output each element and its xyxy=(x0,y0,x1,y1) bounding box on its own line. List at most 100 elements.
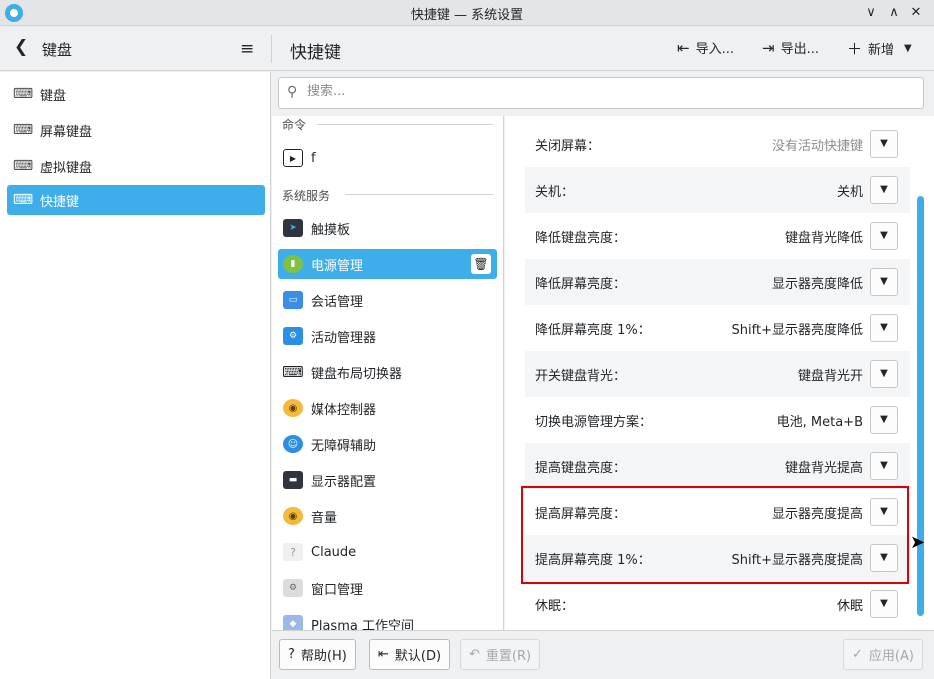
dropdown-arrow-icon[interactable]: ▼ xyxy=(870,130,898,158)
shortcut-scrollbar[interactable] xyxy=(917,196,924,616)
import-button[interactable]: ⇤ 导入... xyxy=(677,38,734,58)
help-label: 帮助(H) xyxy=(300,649,347,664)
speaker-icon: ◉ xyxy=(283,507,303,525)
list-item-label: 键盘布局切换器 xyxy=(311,366,403,382)
plasma-icon: ◆ xyxy=(283,615,303,630)
dropdown-arrow-icon[interactable]: ▼ xyxy=(870,452,898,480)
shortcut-name: 关机： xyxy=(535,184,575,200)
list-item-label: 无障碍辅助 xyxy=(311,438,377,454)
shortcut-value: Shift+显示器亮度降低 xyxy=(731,322,863,338)
chevron-down-icon: ▼ xyxy=(904,43,912,54)
sidebar: ⌨ 键盘 ⌨ 屏幕键盘 ⌨ 虚拟键盘 ⌨ 快捷键 xyxy=(0,72,271,679)
shortcut-value: 显示器亮度降低 xyxy=(771,276,863,292)
list-item-label: 电源管理 xyxy=(311,258,364,274)
list-item-label: 会话管理 xyxy=(311,294,364,310)
sidebar-item-keyboard[interactable]: ⌨ 键盘 xyxy=(7,79,265,109)
session-icon: ▭ xyxy=(283,291,303,309)
dropdown-arrow-icon[interactable]: ▼ xyxy=(870,268,898,296)
dropdown-arrow-icon[interactable]: ▼ xyxy=(870,314,898,342)
list-item-label: 触摸板 xyxy=(311,222,351,238)
import-icon: ⇤ xyxy=(677,38,690,57)
apply-label: 应用(A) xyxy=(868,649,914,664)
dropdown-arrow-icon[interactable]: ▼ xyxy=(870,176,898,204)
apply-button[interactable]: ✓ 应用(A) xyxy=(843,639,923,670)
group-header-commands: 命令 xyxy=(282,118,307,132)
undo-icon: ↶ xyxy=(469,647,480,662)
defaults-label: 默认(D) xyxy=(394,649,442,664)
keyboard-icon: ⌨ xyxy=(282,363,304,381)
list-item-plasma-workspace[interactable]: ◆ Plasma 工作空间 xyxy=(278,609,497,630)
sidebar-item-label: 快捷键 xyxy=(40,194,80,210)
list-item-session-management[interactable]: ▭ 会话管理 xyxy=(278,285,497,315)
hamburger-menu-icon[interactable]: ≡ xyxy=(240,39,254,59)
shortcut-row: 降低键盘亮度： 键盘背光降低 ▼ xyxy=(525,213,910,259)
sidebar-item-screen-keyboard[interactable]: ⌨ 屏幕键盘 xyxy=(7,115,265,145)
list-item-window-management[interactable]: ⚙ 窗口管理 xyxy=(278,573,497,603)
shortcut-name: 提高键盘亮度： xyxy=(535,460,627,476)
activity-icon: ⚙ xyxy=(283,327,303,345)
window-icon: ⚙ xyxy=(283,579,303,597)
list-item-label: 活动管理器 xyxy=(311,330,377,346)
section-title: 键盘 xyxy=(42,41,73,59)
back-arrow-icon[interactable]: ❮ xyxy=(14,37,28,57)
import-label: 导入... xyxy=(695,42,734,57)
shortcut-row: 关闭屏幕： 没有活动快捷键 ▼ xyxy=(525,121,910,167)
list-item-label: 音量 xyxy=(311,510,338,526)
list-item-volume[interactable]: ◉ 音量 xyxy=(278,501,497,531)
shortcut-name: 开关键盘背光： xyxy=(535,368,627,384)
dropdown-arrow-icon[interactable]: ▼ xyxy=(870,406,898,434)
shortcut-value: 键盘背光开 xyxy=(797,368,863,384)
minimize-button[interactable]: ∨ xyxy=(861,3,881,23)
group-divider xyxy=(345,194,493,195)
dropdown-arrow-icon[interactable]: ▼ xyxy=(870,222,898,250)
battery-icon: ▮ xyxy=(283,255,303,273)
list-item-command-f[interactable]: ▶ f xyxy=(278,143,497,173)
search-field[interactable]: ⚲ xyxy=(278,77,924,109)
shortcut-value: 键盘背光提高 xyxy=(784,460,863,476)
defaults-icon: ⇤ xyxy=(378,647,389,662)
shortcut-name: 降低键盘亮度： xyxy=(535,230,627,246)
list-item-label: f xyxy=(311,150,316,166)
keyboard-icon: ⌨ xyxy=(12,158,34,174)
list-item-keyboard-layout-switcher[interactable]: ⌨ 键盘布局切换器 xyxy=(278,357,497,387)
sidebar-item-shortcuts[interactable]: ⌨ 快捷键 xyxy=(7,185,265,215)
list-item-touchpad[interactable]: ➤ 触摸板 xyxy=(278,213,497,243)
sidebar-item-label: 屏幕键盘 xyxy=(40,124,93,140)
list-item-activity-manager[interactable]: ⚙ 活动管理器 xyxy=(278,321,497,351)
close-button[interactable]: ✕ xyxy=(906,3,926,23)
export-icon: ⇥ xyxy=(762,38,775,57)
sidebar-item-virtual-keyboard[interactable]: ⌨ 虚拟键盘 xyxy=(7,151,265,181)
highlight-box xyxy=(521,486,909,584)
keyboard-icon: ⌨ xyxy=(12,86,34,102)
window-title: 快捷键 — 系统设置 xyxy=(410,8,524,23)
touchpad-icon: ➤ xyxy=(283,219,303,237)
shortcut-row: 降低屏幕亮度： 显示器亮度降低 ▼ xyxy=(525,259,910,305)
dropdown-arrow-icon[interactable]: ▼ xyxy=(870,360,898,388)
search-input[interactable] xyxy=(307,84,907,99)
shortcut-name: 切换电源管理方案： xyxy=(535,414,653,430)
help-button[interactable]: ? 帮助(H) xyxy=(279,639,356,670)
accessibility-icon: ☺ xyxy=(283,435,303,453)
defaults-button[interactable]: ⇤ 默认(D) xyxy=(369,639,451,670)
list-item-power-management[interactable]: ▮ 电源管理 🗑 xyxy=(278,249,497,279)
list-item-claude[interactable]: ? Claude xyxy=(278,537,497,567)
list-item-display-configuration[interactable]: ▬ 显示器配置 xyxy=(278,465,497,495)
shortcut-value: 关机 xyxy=(836,184,863,200)
maximize-button[interactable]: ∧ xyxy=(884,3,904,23)
export-button[interactable]: ⇥ 导出... xyxy=(762,38,819,58)
checkmark-icon: ✓ xyxy=(852,647,863,662)
add-new-button[interactable]: ＋ 新增 ▼ xyxy=(847,38,912,59)
keyboard-shortcut-icon: ⌨ xyxy=(12,192,34,208)
dropdown-arrow-icon[interactable]: ▼ xyxy=(870,590,898,618)
speaker-icon: ◉ xyxy=(283,399,303,417)
shortcut-name: 关闭屏幕： xyxy=(535,138,601,154)
trash-icon[interactable]: 🗑 xyxy=(471,254,491,274)
reset-button[interactable]: ↶ 重置(R) xyxy=(460,639,541,670)
reset-label: 重置(R) xyxy=(485,649,532,664)
list-item-accessibility[interactable]: ☺ 无障碍辅助 xyxy=(278,429,497,459)
list-item-media-controller[interactable]: ◉ 媒体控制器 xyxy=(278,393,497,423)
shortcut-name: 降低屏幕亮度： xyxy=(535,276,627,292)
page-title: 快捷键 xyxy=(290,43,341,63)
search-icon: ⚲ xyxy=(287,84,298,100)
shortcut-name: 降低屏幕亮度 1%： xyxy=(535,322,651,338)
